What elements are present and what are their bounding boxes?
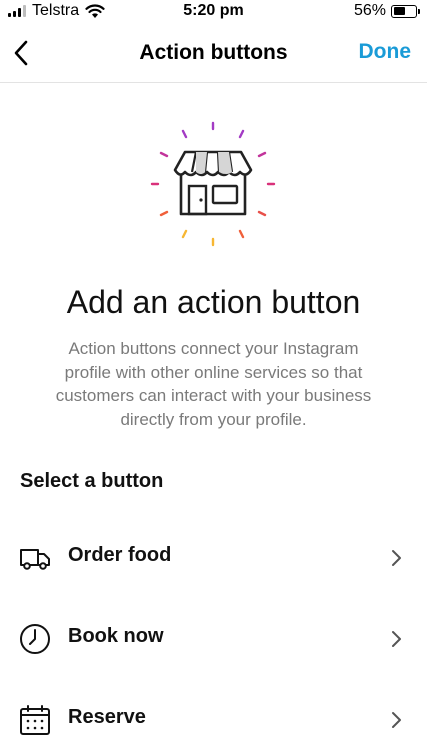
option-label: Order food xyxy=(68,544,172,566)
section-heading: Select a button xyxy=(20,470,164,492)
done-button[interactable]: Done xyxy=(359,40,412,64)
chevron-right-icon xyxy=(392,550,401,566)
description-text: Action buttons connect your Instagram pr… xyxy=(55,339,372,429)
option-reserve[interactable]: Reserve xyxy=(0,688,427,750)
storefront-icon xyxy=(150,121,276,247)
chevron-right-icon xyxy=(392,631,401,647)
headline: Add an action button xyxy=(66,284,361,320)
battery-percent: 56% xyxy=(353,2,386,19)
calendar-icon xyxy=(20,705,50,735)
status-right: 56% xyxy=(353,2,420,20)
clock-icon xyxy=(20,624,50,654)
option-order-food[interactable]: Order food xyxy=(0,526,427,588)
nav-bar: Action buttons Done xyxy=(0,24,427,83)
option-book-now[interactable]: Book now xyxy=(0,607,427,669)
battery-icon xyxy=(391,4,420,18)
option-label: Reserve xyxy=(68,706,146,728)
chevron-right-icon xyxy=(392,712,401,728)
status-bar: Telstra 5:20 pm 56% xyxy=(0,0,427,24)
storefront-illustration xyxy=(143,114,283,254)
option-label: Book now xyxy=(68,625,164,647)
delivery-truck-icon xyxy=(20,549,50,570)
